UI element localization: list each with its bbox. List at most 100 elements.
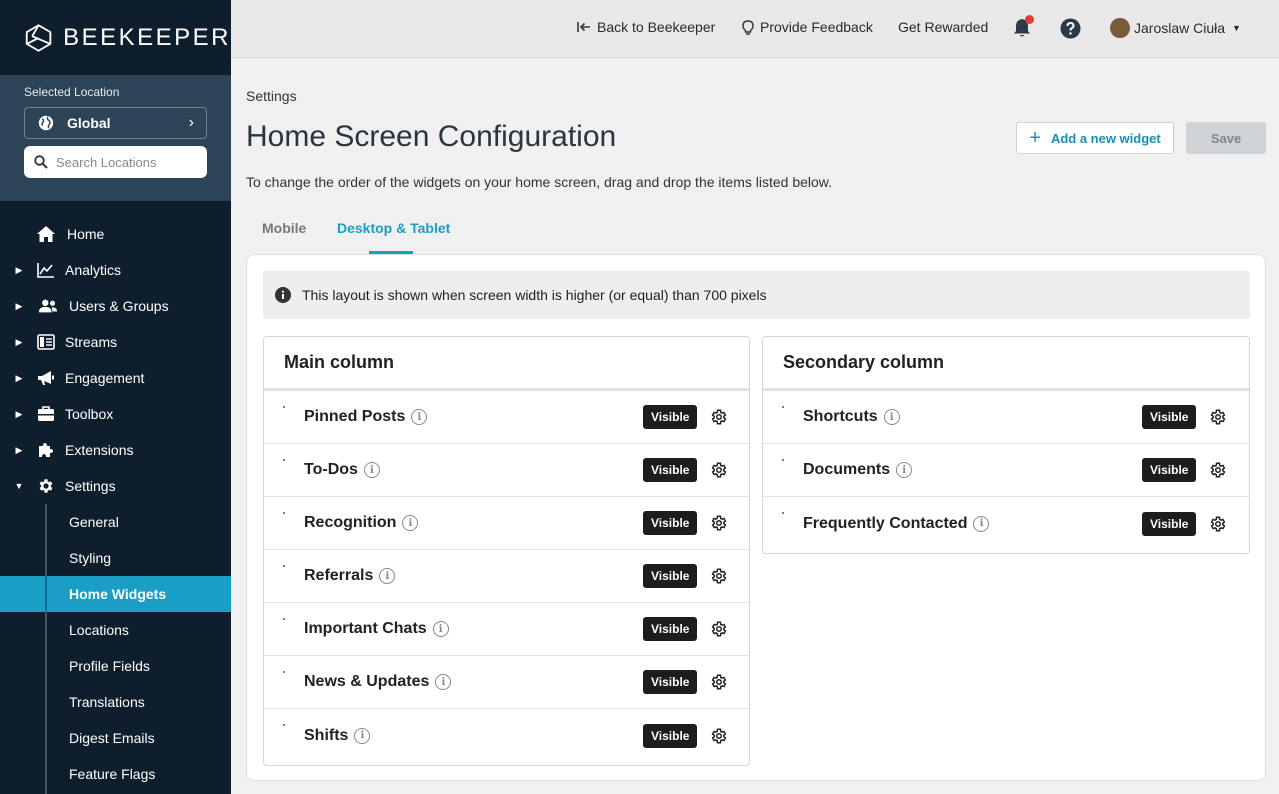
- widget-settings-gear-icon[interactable]: [1208, 460, 1228, 480]
- widget-row[interactable]: To-Dos i Visible: [264, 444, 749, 497]
- sidebar-item-label: Engagement: [65, 370, 145, 386]
- location-value: Global: [67, 115, 111, 131]
- widget-settings-gear-icon[interactable]: [709, 513, 729, 533]
- sidebar-item-extensions[interactable]: ▶ Extensions: [0, 432, 231, 468]
- sidebar-item-streams[interactable]: ▶ Streams: [0, 324, 231, 360]
- widget-row[interactable]: Referrals i Visible: [264, 550, 749, 603]
- rewarded-label: Get Rewarded: [898, 19, 989, 35]
- info-icon[interactable]: i: [432, 621, 449, 637]
- info-icon[interactable]: i: [379, 568, 396, 584]
- widget-row[interactable]: Pinned Posts i Visible: [264, 391, 749, 444]
- widget-settings-gear-icon[interactable]: [709, 460, 729, 480]
- provide-feedback-link[interactable]: Provide Feedback: [742, 19, 873, 35]
- location-search[interactable]: [24, 146, 207, 178]
- widget-row[interactable]: Documents i Visible: [763, 444, 1249, 497]
- visibility-badge[interactable]: Visible: [643, 670, 698, 694]
- main-column: Main column Pinned Posts i Visible To-Dos i V…: [263, 336, 750, 766]
- page-description: To change the order of the widgets on yo…: [246, 174, 833, 190]
- widget-row[interactable]: News & Updates i Visible: [264, 656, 749, 709]
- add-widget-label: Add a new widget: [1050, 130, 1161, 146]
- drag-handle-icon[interactable]: [283, 459, 285, 461]
- widget-settings-gear-icon[interactable]: [709, 672, 729, 692]
- widget-label: Referrals: [304, 567, 374, 584]
- drag-handle-icon[interactable]: [782, 459, 784, 461]
- notifications-button[interactable]: [1013, 15, 1034, 38]
- sidebar-subitem-home-widgets[interactable]: Home Widgets: [0, 576, 231, 612]
- drag-handle-icon[interactable]: [283, 724, 285, 726]
- sidebar-item-home[interactable]: Home: [0, 216, 231, 252]
- save-button[interactable]: Save: [1186, 122, 1266, 154]
- widget-settings-gear-icon[interactable]: [709, 726, 729, 746]
- sidebar-item-toolbox[interactable]: ▶ Toolbox: [0, 396, 231, 432]
- widget-label: Important Chats: [304, 620, 427, 637]
- sidebar-subitem-general[interactable]: General: [0, 504, 231, 540]
- back-to-beekeeper-link[interactable]: Back to Beekeeper: [577, 19, 715, 35]
- visibility-badge[interactable]: Visible: [643, 458, 698, 482]
- widget-settings-gear-icon[interactable]: [1208, 514, 1228, 534]
- info-icon[interactable]: i: [363, 462, 380, 478]
- drag-handle-icon[interactable]: [283, 671, 285, 673]
- drag-handle-icon[interactable]: [283, 618, 285, 620]
- info-icon[interactable]: i: [354, 727, 371, 744]
- widget-row[interactable]: Shortcuts i Visible: [763, 391, 1249, 444]
- widget-settings-gear-icon[interactable]: [1208, 407, 1228, 427]
- info-icon[interactable]: i: [402, 515, 419, 531]
- tab-mobile[interactable]: Mobile: [262, 220, 306, 236]
- sidebar-subitem-styling[interactable]: Styling: [0, 540, 231, 576]
- visibility-badge[interactable]: Visible: [643, 405, 698, 429]
- location-search-input[interactable]: [56, 154, 196, 170]
- sidebar-item-settings[interactable]: ▼ Settings: [0, 468, 231, 504]
- info-icon[interactable]: i: [411, 409, 428, 425]
- visibility-badge[interactable]: Visible: [1142, 511, 1197, 536]
- help-button[interactable]: [1060, 18, 1081, 39]
- sidebar-item-engagement[interactable]: ▶ Engagement: [0, 360, 231, 396]
- location-selector[interactable]: Global ›: [24, 107, 207, 139]
- visibility-badge[interactable]: Visible: [1142, 458, 1197, 482]
- widget-row[interactable]: Important Chats i Visible: [264, 603, 749, 656]
- widget-settings-gear-icon[interactable]: [709, 407, 729, 427]
- get-rewarded-link[interactable]: Get Rewarded: [898, 19, 988, 35]
- widget-settings-gear-icon[interactable]: [709, 619, 729, 639]
- chevron-right-icon: ›: [188, 114, 194, 131]
- sidebar-subitem-profile-fields[interactable]: Profile Fields: [0, 648, 231, 684]
- notification-dot: [1025, 15, 1034, 24]
- sidebar-subitem-translations[interactable]: Translations: [0, 684, 231, 720]
- sidebar-subitem-digest-emails[interactable]: Digest Emails: [0, 720, 231, 756]
- selected-location-label: Selected Location: [24, 85, 120, 99]
- visibility-badge[interactable]: Visible: [1142, 405, 1197, 429]
- info-icon[interactable]: i: [896, 462, 913, 478]
- widget-name: To-Dos i: [304, 461, 380, 479]
- brand-name: BEEKEEPER: [63, 23, 231, 51]
- widget-settings-gear-icon[interactable]: [709, 566, 729, 586]
- tab-desktop-tablet[interactable]: Desktop & Tablet: [337, 220, 450, 236]
- page-title: Home Screen Configuration: [246, 120, 617, 153]
- visibility-badge[interactable]: Visible: [643, 511, 698, 535]
- widget-row[interactable]: Frequently Contacted i Visible: [763, 497, 1249, 550]
- visibility-badge[interactable]: Visible: [643, 564, 698, 588]
- info-icon[interactable]: i: [973, 515, 990, 532]
- breadcrumb[interactable]: Settings: [246, 88, 297, 104]
- brand-logo[interactable]: BEEKEEPER: [0, 0, 231, 75]
- info-icon: [275, 287, 291, 303]
- user-menu[interactable]: Jaroslaw Ciuła ▼: [1110, 18, 1241, 38]
- info-icon[interactable]: i: [435, 674, 452, 690]
- widget-label: To-Dos: [304, 461, 358, 478]
- drag-handle-icon[interactable]: [283, 565, 285, 567]
- megaphone-icon: [36, 368, 56, 388]
- widget-row[interactable]: Shifts i Visible: [264, 709, 749, 762]
- drag-handle-icon[interactable]: [782, 406, 784, 408]
- info-icon[interactable]: i: [883, 409, 900, 425]
- add-widget-button[interactable]: + Add a new widget: [1016, 122, 1174, 154]
- drag-handle-icon[interactable]: [283, 406, 285, 408]
- sidebar-subitem-locations[interactable]: Locations: [0, 612, 231, 648]
- sidebar-item-users-groups[interactable]: ▶ Users & Groups: [0, 288, 231, 324]
- widget-row[interactable]: Recognition i Visible: [264, 497, 749, 550]
- visibility-badge[interactable]: Visible: [643, 617, 698, 641]
- sidebar-item-label: Toolbox: [65, 406, 114, 422]
- sidebar-item-analytics[interactable]: ▶ Analytics: [0, 252, 231, 288]
- drag-handle-icon[interactable]: [283, 512, 285, 514]
- visibility-badge[interactable]: Visible: [643, 723, 698, 748]
- drag-handle-icon[interactable]: [782, 512, 784, 514]
- sidebar-subitem-feature-flags[interactable]: Feature Flags: [0, 756, 231, 792]
- sidebar-item-label: Streams: [65, 334, 118, 350]
